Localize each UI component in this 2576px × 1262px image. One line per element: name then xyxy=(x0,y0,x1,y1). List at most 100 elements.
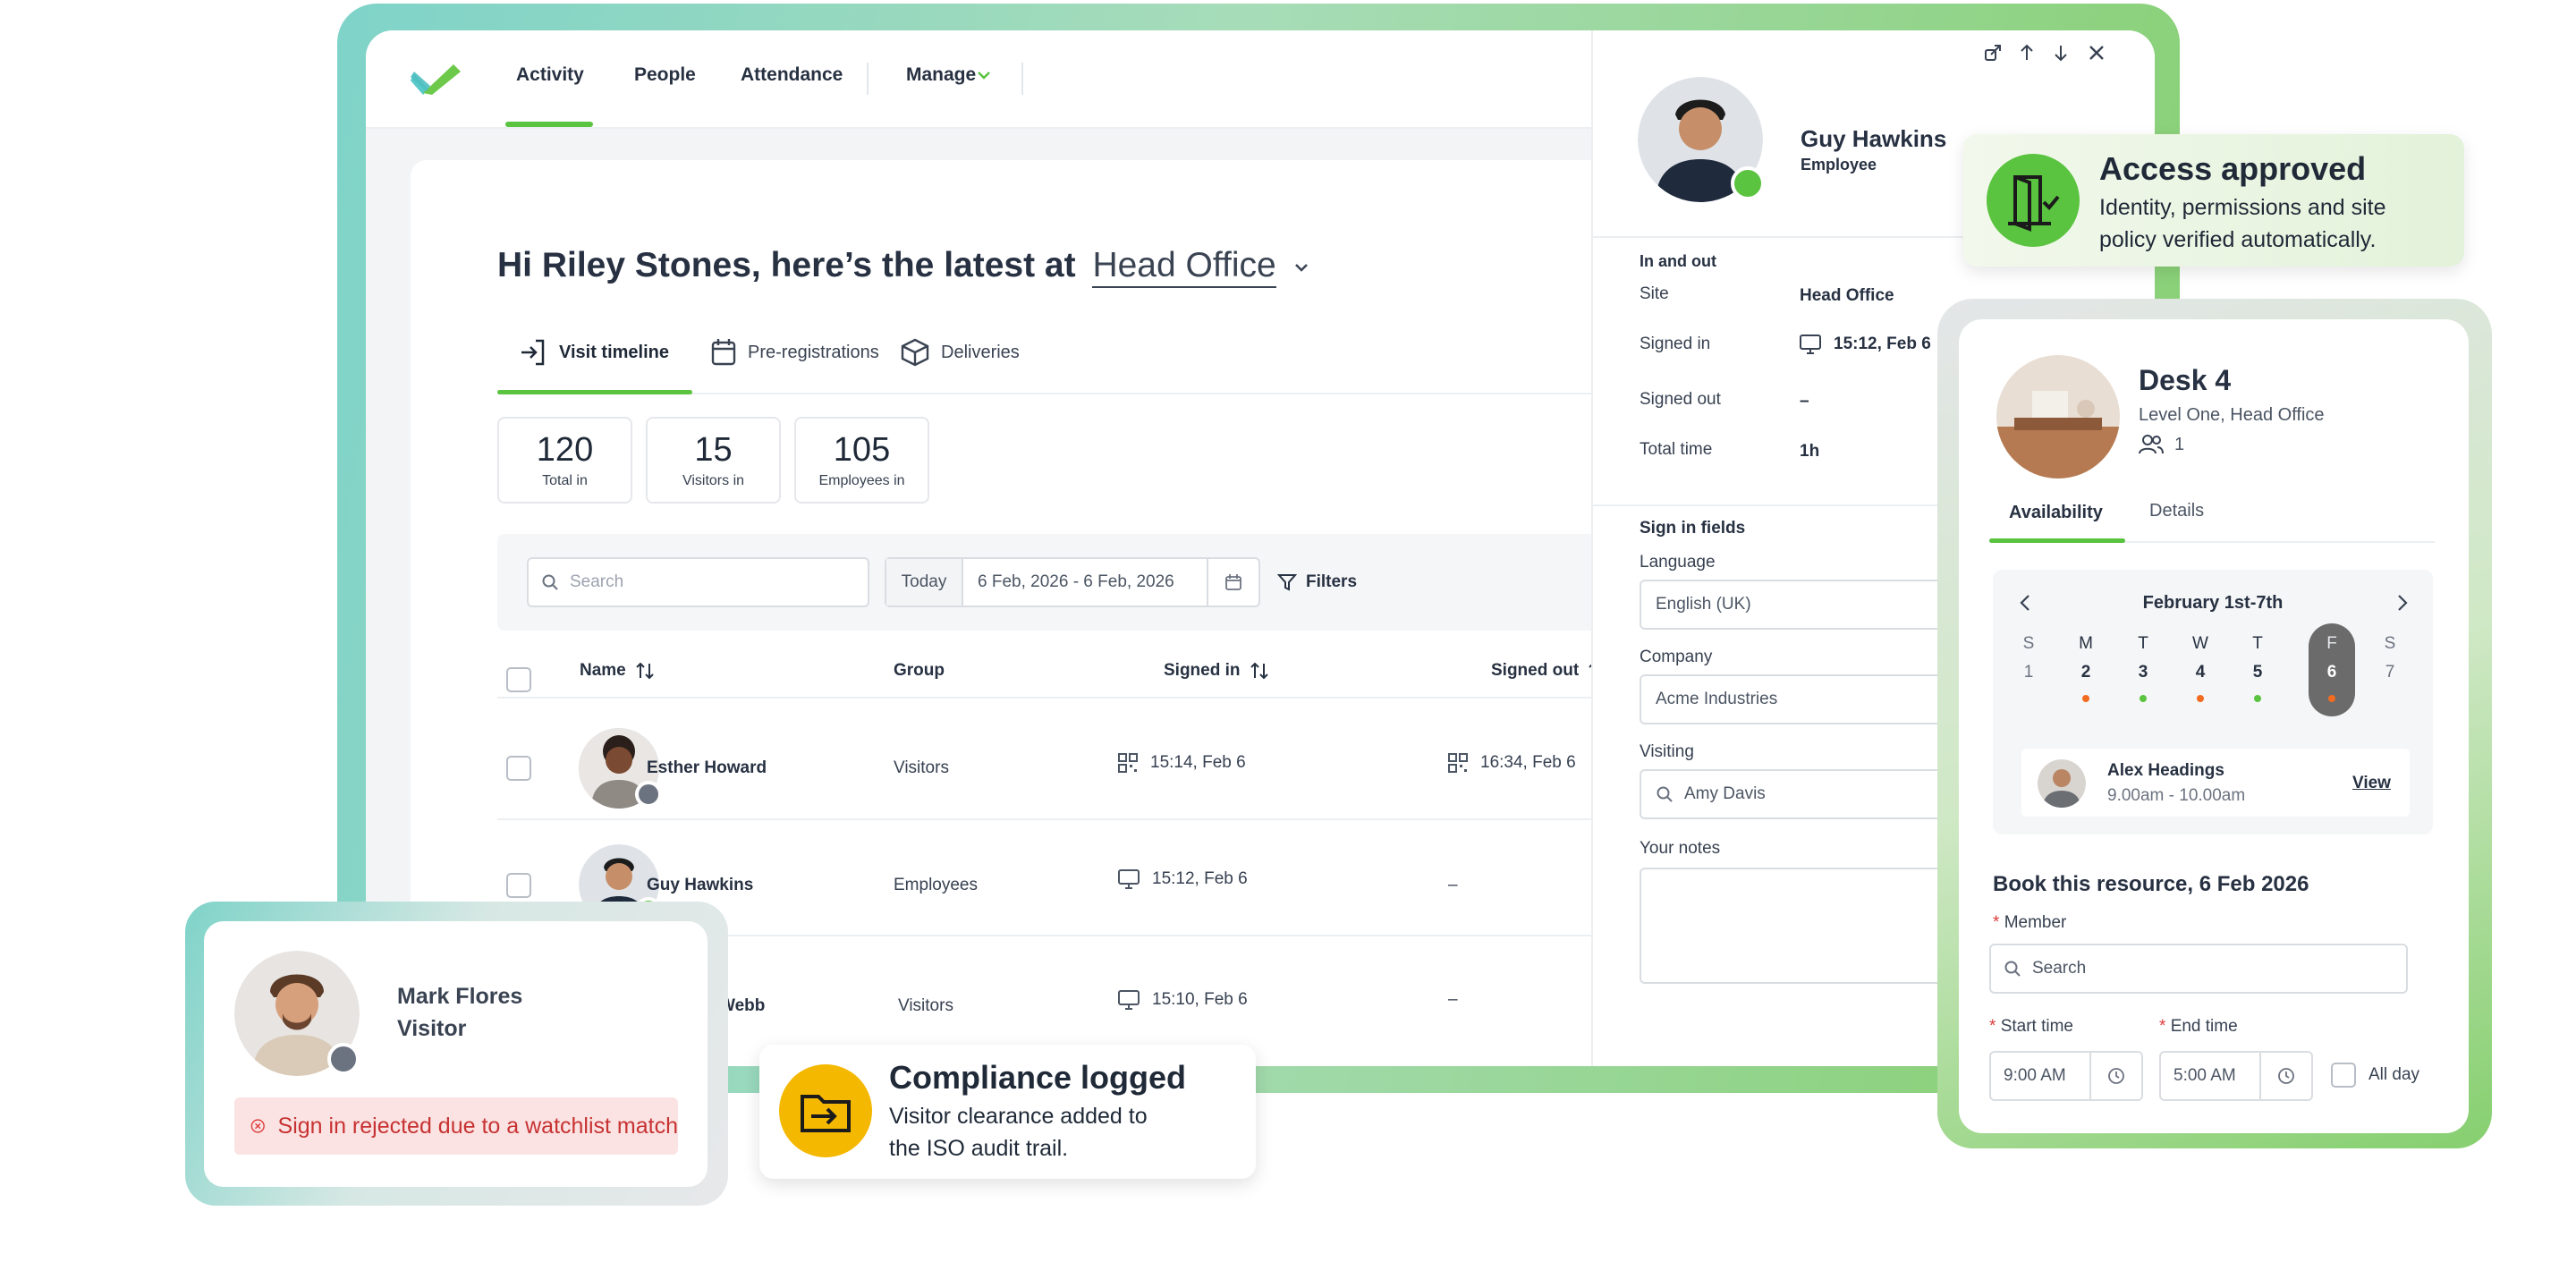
all-day-toggle[interactable]: All day xyxy=(2331,1063,2419,1088)
clock-button[interactable] xyxy=(2089,1053,2141,1099)
stat-visitors-in: 15 Visitors in xyxy=(646,417,781,504)
signed-in-time: 15:12, Feb 6 xyxy=(1152,869,1248,888)
nav-activity[interactable]: Activity xyxy=(516,64,584,86)
day-mon[interactable]: M2 xyxy=(2064,634,2107,702)
row-signed-out: – xyxy=(1448,990,1458,1009)
stat-value: 105 xyxy=(833,431,891,469)
column-signed-in[interactable]: Signed in xyxy=(1164,661,1269,681)
search-icon xyxy=(1657,786,1673,802)
qr-code-icon xyxy=(1448,753,1468,773)
close-icon[interactable] xyxy=(2087,43,2106,63)
book-resource-title: Book this resource, 6 Feb 2026 xyxy=(1993,872,2309,896)
filters-button[interactable]: Filters xyxy=(1277,557,1357,607)
open-external-icon[interactable] xyxy=(1983,43,2003,63)
row-signed-out: 16:34, Feb 6 xyxy=(1448,753,1576,773)
tab-active-indicator xyxy=(1989,538,2125,543)
check-logo-icon[interactable] xyxy=(411,63,461,95)
calendar-button[interactable] xyxy=(1207,559,1258,606)
nav-divider xyxy=(867,63,869,95)
tab-availability[interactable]: Availability xyxy=(2009,503,2103,523)
clock-button[interactable] xyxy=(2259,1053,2311,1099)
greeting-text: Hi Riley Stones, here’s the latest at xyxy=(497,246,1076,284)
desk-location: Level One, Head Office xyxy=(2139,405,2325,425)
row-signed-in: 15:10, Feb 6 xyxy=(1118,990,1248,1010)
member-search-input[interactable]: Search xyxy=(1989,944,2408,994)
tab-label: Deliveries xyxy=(941,342,1020,362)
monitor-icon xyxy=(1118,990,1140,1010)
status-badge xyxy=(327,1043,360,1075)
section-in-and-out: In and out xyxy=(1640,252,1716,270)
qr-code-icon xyxy=(1118,753,1138,773)
nav-manage[interactable]: Manage xyxy=(906,64,976,86)
row-signed-in: 15:12, Feb 6 xyxy=(1118,869,1248,889)
monitor-icon xyxy=(1800,335,1821,354)
row-group: Employees xyxy=(894,876,978,894)
column-signed-out[interactable]: Signed out xyxy=(1491,661,1607,681)
alert-text: Sign in rejected due to a watchlist matc… xyxy=(277,1113,678,1139)
error-icon xyxy=(250,1119,265,1133)
chevron-down-icon[interactable] xyxy=(1293,262,1309,273)
toast-title: Compliance logged xyxy=(889,1059,1187,1096)
field-label: Signed out xyxy=(1640,390,1721,409)
day-sun[interactable]: S1 xyxy=(2007,634,2050,682)
day-tue[interactable]: T3 xyxy=(2122,634,2165,702)
stat-value: 15 xyxy=(694,431,733,469)
sort-icon[interactable] xyxy=(635,662,655,680)
watchlist-alert: Sign in rejected due to a watchlist matc… xyxy=(234,1097,678,1155)
site-selector[interactable]: Head Office xyxy=(1092,246,1276,288)
column-group[interactable]: Group xyxy=(894,661,945,681)
day-thu[interactable]: T5 xyxy=(2236,634,2279,702)
tab-pre-registrations[interactable]: Pre-registrations xyxy=(710,337,879,368)
visitor-name: Mark Flores xyxy=(397,984,523,1009)
column-label: Group xyxy=(894,661,945,680)
row-name[interactable]: Guy Hawkins xyxy=(647,876,753,895)
signed-in-value: 15:12, Feb 6 xyxy=(1834,335,1931,353)
access-approved-toast: Access approved Identity, permissions an… xyxy=(1963,134,2464,267)
start-time-label: * Start time xyxy=(1989,1017,2073,1036)
tab-label: Pre-registrations xyxy=(748,342,879,362)
booking-item: Alex Headings 9.00am - 10.00am View xyxy=(2021,749,2410,817)
language-label: Language xyxy=(1640,553,1716,572)
nav-people[interactable]: People xyxy=(634,64,696,86)
sort-icon[interactable] xyxy=(1250,662,1269,680)
row-checkbox[interactable] xyxy=(506,873,531,898)
row-signed-out: – xyxy=(1448,876,1458,894)
signed-in-time: 15:14, Feb 6 xyxy=(1150,753,1246,772)
select-all-checkbox[interactable] xyxy=(506,667,531,692)
view-booking-link[interactable]: View xyxy=(2352,774,2391,793)
search-input[interactable]: Search xyxy=(527,557,869,607)
column-label: Name xyxy=(580,661,626,680)
box-icon xyxy=(901,338,929,367)
tab-details[interactable]: Details xyxy=(2149,501,2204,521)
row-group: Visitors xyxy=(898,996,953,1015)
tab-deliveries[interactable]: Deliveries xyxy=(900,337,1020,368)
chevron-right-icon[interactable] xyxy=(2395,593,2410,613)
tab-visit-timeline[interactable]: Visit timeline xyxy=(518,337,669,368)
date-range-value[interactable]: 6 Feb, 2026 - 6 Feb, 2026 xyxy=(963,572,1207,592)
date-range-picker[interactable]: Today 6 Feb, 2026 - 6 Feb, 2026 xyxy=(885,557,1260,607)
stat-value: 120 xyxy=(536,431,594,469)
booking-time: 9.00am - 10.00am xyxy=(2107,786,2246,805)
arrow-up-icon[interactable] xyxy=(2017,43,2037,63)
search-icon xyxy=(542,574,558,590)
end-time-input[interactable]: 5:00 AM xyxy=(2159,1051,2313,1101)
end-time-value: 5:00 AM xyxy=(2174,1066,2236,1085)
all-day-checkbox[interactable] xyxy=(2331,1063,2356,1088)
toast-body: Identity, permissions and site policy ve… xyxy=(2099,195,2386,252)
start-time-input[interactable]: 9:00 AM xyxy=(1989,1051,2143,1101)
field-value: 15:12, Feb 6 xyxy=(1800,335,1931,354)
search-icon xyxy=(2004,961,2021,977)
arrow-down-icon[interactable] xyxy=(2051,43,2071,63)
row-checkbox[interactable] xyxy=(506,756,531,781)
today-button[interactable]: Today xyxy=(886,559,963,606)
row-name[interactable]: Esther Howard xyxy=(647,758,767,778)
column-name[interactable]: Name xyxy=(580,661,655,681)
day-fri[interactable]: F6 xyxy=(2310,634,2353,702)
status-badge xyxy=(635,781,662,808)
column-label: Signed in xyxy=(1164,661,1241,680)
day-sat[interactable]: S7 xyxy=(2368,634,2411,682)
sign-in-icon xyxy=(521,339,545,366)
day-wed[interactable]: W4 xyxy=(2179,634,2222,702)
chevron-down-icon[interactable] xyxy=(977,70,991,80)
nav-attendance[interactable]: Attendance xyxy=(741,64,843,86)
